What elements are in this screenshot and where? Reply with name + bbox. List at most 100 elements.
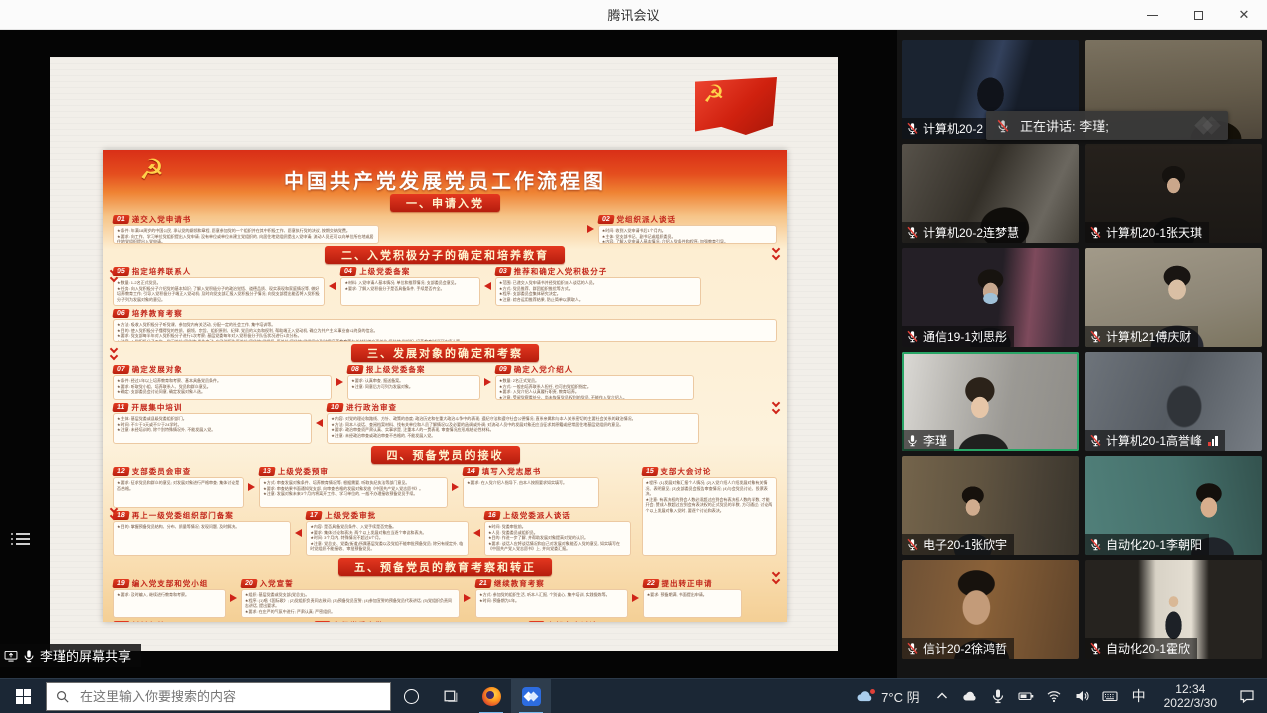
- step-number: 09: [494, 365, 511, 374]
- cortana-button[interactable]: [391, 679, 431, 713]
- step-body: ★主体: 基层党委或县级党委组织部门。 ★时间: 不少于3天或不少于24学时。 …: [113, 413, 312, 444]
- tray-expand-button[interactable]: [928, 679, 956, 713]
- poster-header: ☭ 中国共产党发展党员工作流程图: [113, 156, 777, 192]
- participant-video-active-speaker[interactable]: 李瑾: [902, 352, 1079, 451]
- firefox-icon: [482, 687, 501, 706]
- close-button[interactable]: ✕: [1221, 0, 1267, 30]
- volume-button[interactable]: [1068, 679, 1096, 713]
- step-body: ★方法: 吸收入党积极分子听党课、参加党内有关活动, 分配一定的社会工作, 集中…: [113, 319, 777, 342]
- taskbar-search[interactable]: [46, 682, 391, 711]
- participant-video[interactable]: 计算机20-2连梦慧: [902, 144, 1079, 243]
- microphone-tray-button[interactable]: [984, 679, 1012, 713]
- hammer-sickle-icon: ☭: [703, 83, 725, 107]
- participant-name: 自动化20-1霍欣: [1106, 640, 1190, 657]
- keyboard-icon: [1102, 688, 1118, 704]
- member-list-toggle[interactable]: [10, 528, 32, 550]
- flow-step-06: 06培养教育考察★方法: 吸收入党积极分子听党课、参加党内有关活动, 分配一定的…: [113, 308, 777, 342]
- flow-row-5: 11开展集中培训★主体: 基层党委或县级党委组织部门。 ★时间: 不少于3天或不…: [113, 402, 777, 444]
- step-title: 支部大会讨论: [660, 466, 711, 477]
- arrow-right-icon: [248, 483, 255, 491]
- participant-name: 计算机20-1张天琪: [1106, 224, 1202, 241]
- flow-step-16: 16上级党委派人谈话★时间: 党委审批前。 ★人员: 党委委员或组织员。 ★目的…: [484, 510, 631, 556]
- participant-badge: 计算机20-2连梦慧: [902, 222, 1026, 243]
- step-body: ★数量: 1-2名正式党员。 ★任务: 向入党积极分子介绍党的基本知识; 了解入…: [113, 277, 325, 306]
- step-body: ★方式: 审查发展对象条件、培养教育情况等; 根据需要, 听取执纪执法等部门意见…: [259, 477, 448, 508]
- participant-video[interactable]: 自动化20-1霍欣: [1085, 560, 1262, 659]
- participant-name: 自动化20-1李朝阳: [1106, 536, 1202, 553]
- step-body: ★要求: 认真审查, 报送备案。 ★注意: 同意后方可列为发展对象。: [347, 375, 480, 400]
- step-title: 材料归档: [132, 620, 166, 623]
- participant-video[interactable]: 计算机20-1张天琪: [1085, 144, 1262, 243]
- speaking-toast: 正在讲话: 李瑾;: [986, 111, 1228, 140]
- minimize-button[interactable]: [1129, 0, 1175, 30]
- ccp-flag: ☭: [695, 77, 777, 135]
- onedrive-button[interactable]: [956, 679, 984, 713]
- shared-document-page: ☭ ☭ 中国共产党发展党员工作流程图 一、申请入党 01递交入党申请书★条件: …: [50, 57, 838, 651]
- network-button[interactable]: [1040, 679, 1068, 713]
- step-number: 13: [258, 467, 275, 476]
- window-controls: ✕: [1129, 0, 1267, 30]
- flow-row-4: 07确定发展对象★条件: 经过1年以上培养教育和考察、基本具备党员条件。 ★要求…: [113, 364, 777, 400]
- flow-step-05: 05指定培养联系人★数量: 1-2名正式党员。 ★任务: 向入党积极分子介绍党的…: [113, 266, 325, 306]
- participant-badge: 计算机21傅庆财: [1085, 326, 1198, 347]
- chevron-down-icon: [111, 346, 117, 359]
- action-center-button[interactable]: [1227, 679, 1267, 713]
- flow-step-19: 19编入党支部和党小组★要求: 及时编入, 继续进行教育和考察。: [113, 578, 226, 618]
- start-button[interactable]: [0, 679, 46, 713]
- participant-badge: 计算机20-1高誉峰: [1085, 430, 1225, 451]
- step-body: ★时间: 收到入党申请书后1个月内。 ★主体: 党支部书记、副书记或组织委员。 …: [598, 225, 777, 244]
- search-input[interactable]: [78, 688, 382, 705]
- party-emblem-icon: ☭: [139, 153, 164, 186]
- step-title: 确定入党介绍人: [514, 364, 574, 375]
- poster-title: 中国共产党发展党员工作流程图: [113, 156, 777, 194]
- participant-video[interactable]: 自动化20-1李朝阳: [1085, 456, 1262, 555]
- step-number: 06: [112, 309, 129, 318]
- participant-name: 李瑾: [923, 432, 947, 449]
- participant-name: 电子20-1张欣宇: [923, 536, 1007, 553]
- participant-video[interactable]: 计算机20-1高誉峰: [1085, 352, 1262, 451]
- tencent-meeting-button[interactable]: [511, 679, 551, 713]
- mic-muted-icon: [1089, 642, 1102, 655]
- participant-video[interactable]: 电子20-1张欣宇: [902, 456, 1079, 555]
- weather-widget[interactable]: 7°C 阴: [848, 687, 927, 706]
- participant-video[interactable]: 信计20-2徐鸿哲: [902, 560, 1079, 659]
- task-view-button[interactable]: [431, 679, 471, 713]
- mic-muted-icon: [906, 226, 919, 239]
- flow-step-25: 25材料归档★内容: 《中国共产党入党志愿书》、入党申请书、政治审查材料、转正申…: [113, 620, 299, 622]
- flow-row-1: 01递交入党申请书★条件: 年满18周岁的中国公民, 承认党的纲领和章程, 愿意…: [113, 214, 777, 244]
- taskbar-clock[interactable]: 12:34 2022/3/30: [1154, 682, 1227, 711]
- arrow-left-icon: [295, 529, 302, 537]
- search-icon: [55, 689, 70, 704]
- mic-icon: [990, 688, 1006, 704]
- firefox-button[interactable]: [471, 679, 511, 713]
- arrow-right-icon: [632, 594, 639, 602]
- participant-video[interactable]: 计算机21傅庆财: [1085, 248, 1262, 347]
- mic-muted-icon: [996, 119, 1010, 133]
- maximize-button[interactable]: [1175, 0, 1221, 30]
- meeting-watermark-icon: [1197, 119, 1218, 132]
- touch-keyboard-button[interactable]: [1096, 679, 1124, 713]
- step-body: ★要求: 征求党员和群众的意见; 对发展对象进行严格审查; 集体讨论是否合格。: [113, 477, 244, 508]
- step-body: ★方式: 参加党的组织生活, 听本人汇报, 个别谈心, 集中培训, 实践锻炼等。…: [475, 589, 628, 618]
- window-title: 腾讯会议: [0, 5, 1267, 24]
- participant-video[interactable]: 通信19-1刘思彤: [902, 248, 1079, 347]
- ime-indicator[interactable]: 中: [1124, 686, 1154, 706]
- share-label: 李瑾的屏幕共享: [40, 646, 131, 665]
- step-number: 20: [240, 579, 257, 588]
- arrow-left-icon: [316, 419, 323, 427]
- participant-name: 通信19-1刘思彤: [923, 328, 1007, 345]
- step-title: 指定培养联系人: [132, 266, 192, 277]
- step-body: ★要求: 预备期满, 书面提出申请。: [643, 589, 743, 618]
- cortana-icon: [404, 689, 419, 704]
- chevron-down-icon: [773, 246, 779, 259]
- section-banner-4: 四、预备党员的接收: [371, 446, 520, 464]
- battery-button[interactable]: [1012, 679, 1040, 713]
- flow-step-10: 10进行政治审查★内容: 对党的理论和路线、方针、政策的态度; 政治历史和在重大…: [327, 402, 699, 444]
- mic-muted-icon: [1089, 434, 1102, 447]
- step-number: 12: [112, 467, 129, 476]
- notification-icon: [1239, 688, 1255, 704]
- flow-step-14: 14填写入党志愿书★要求: 在入党介绍人指导下, 由本人按照要求如实填写。: [463, 466, 599, 508]
- participant-badge: 信计20-2徐鸿哲: [902, 638, 1014, 659]
- mic-muted-icon: [1089, 330, 1102, 343]
- step-number: 08: [346, 365, 363, 374]
